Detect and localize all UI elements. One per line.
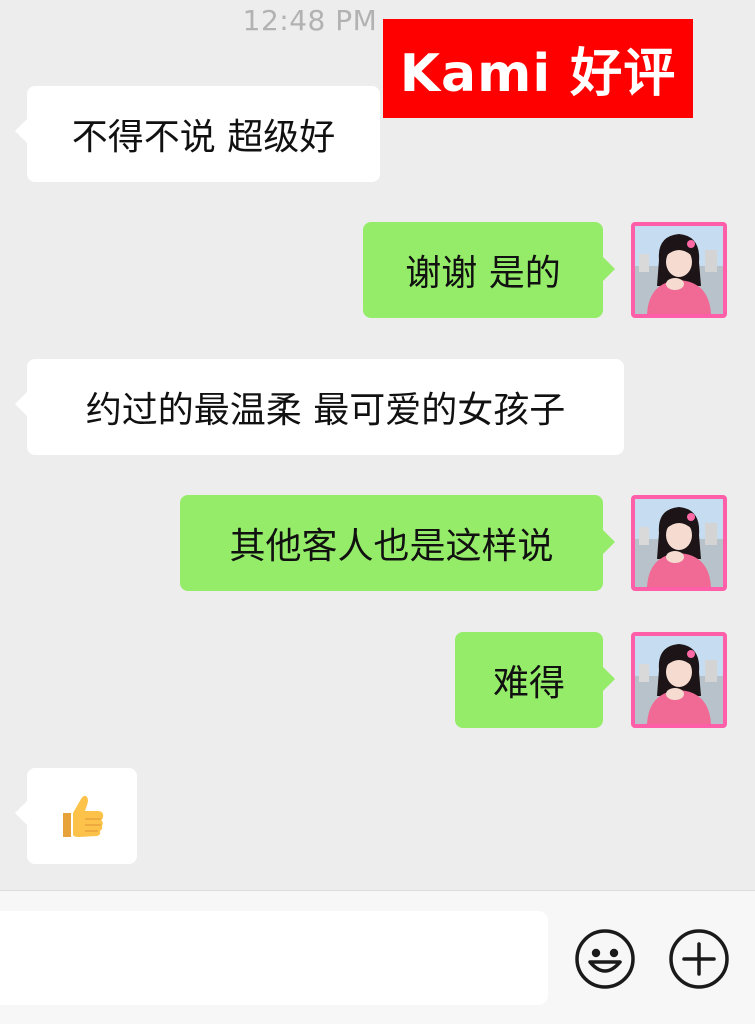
plus-circle-icon[interactable] [668,928,730,990]
review-banner: Kami 好评 [383,19,693,118]
user-avatar[interactable] [631,632,727,728]
received-message[interactable]: 不得不说 超级好 [15,86,380,182]
avatar-image [635,636,723,724]
message-input[interactable] [0,911,548,1005]
sent-message[interactable]: 难得 [455,632,615,728]
input-bar [0,890,755,1024]
received-message[interactable] [15,768,137,864]
user-avatar[interactable] [631,222,727,318]
avatar-image [635,226,723,314]
smiley-face-icon[interactable] [574,928,636,990]
received-message[interactable]: 约过的最温柔 最可爱的女孩子 [15,359,624,455]
sent-message[interactable]: 其他客人也是这样说 [180,495,615,591]
chat-area[interactable]: 12:48 PM Kami 好评 不得不说 超级好 谢谢 是的 约过的最温柔 最… [0,0,755,890]
user-avatar[interactable] [631,495,727,591]
avatar-image [635,499,723,587]
review-banner-text: Kami 好评 [399,44,677,104]
thumbs-up-icon [63,795,104,837]
sent-message[interactable]: 谢谢 是的 [363,222,615,318]
